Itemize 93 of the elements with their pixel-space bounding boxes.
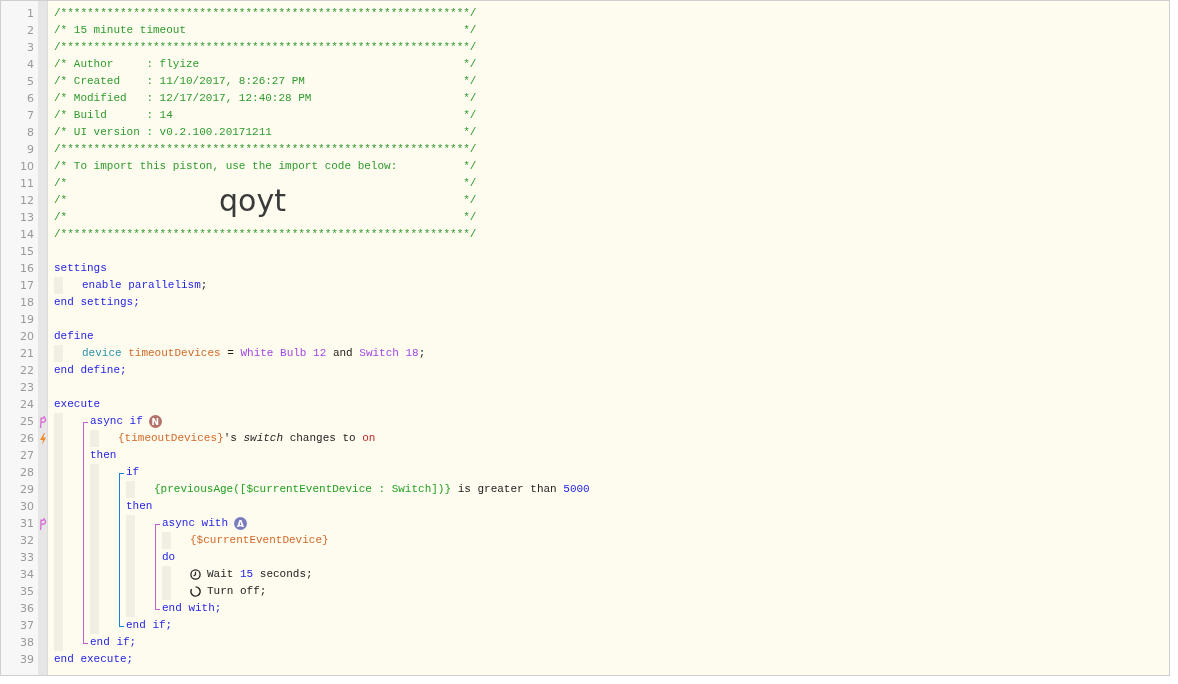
comment-text: /* 15 minute timeout bbox=[54, 23, 187, 38]
comment-text: /* bbox=[54, 193, 68, 208]
line-number: 23 bbox=[19, 380, 35, 396]
line-number: 21 bbox=[19, 346, 35, 362]
line-number: 8 bbox=[26, 125, 35, 141]
code-text: end if; bbox=[126, 618, 173, 633]
code-text: {timeoutDevices}'s switch changes to on bbox=[118, 431, 376, 446]
code-text: {previousAge([$currentEventDevice : Switch])} is greater than 5000 bbox=[154, 482, 590, 497]
line-number: 17 bbox=[19, 278, 35, 294]
line-number: 22 bbox=[19, 363, 35, 379]
line-number: 31 bbox=[19, 516, 35, 532]
comment-text: */ bbox=[463, 57, 477, 72]
line-number: 35 bbox=[19, 584, 35, 600]
line-number: 9 bbox=[26, 142, 35, 158]
line-number: 12 bbox=[19, 193, 35, 209]
code-text: end define; bbox=[54, 363, 127, 378]
lightning-icon bbox=[38, 432, 47, 445]
line-number: 3 bbox=[26, 40, 35, 56]
line-number: 34 bbox=[19, 567, 35, 583]
line-number: 19 bbox=[19, 312, 35, 328]
line-number: 38 bbox=[19, 635, 35, 651]
line-number: 6 bbox=[26, 91, 35, 107]
line-number: 37 bbox=[19, 618, 35, 634]
comment-text: /* Modified : 12/17/2017, 12:40:28 PM bbox=[54, 91, 312, 106]
letter-badge: A bbox=[234, 517, 247, 530]
comment-text: */ bbox=[463, 193, 477, 208]
line-number: 7 bbox=[26, 108, 35, 124]
ring-icon bbox=[190, 586, 201, 597]
comment-text: */ bbox=[463, 23, 477, 38]
comment-text: /* Created : 11/10/2017, 8:26:27 PM bbox=[54, 74, 305, 89]
code-text: execute bbox=[54, 397, 101, 412]
code-text: end with; bbox=[162, 601, 222, 616]
line-number: 26 bbox=[19, 431, 35, 447]
code-text: settings bbox=[54, 261, 107, 276]
comment-text: */ bbox=[463, 159, 477, 174]
comment-text: */ bbox=[463, 210, 477, 225]
code-text: device timeoutDevices = White Bulb 12 and Switch 18; bbox=[82, 346, 426, 361]
line-number: 10 bbox=[19, 159, 35, 175]
fork-icon bbox=[38, 517, 47, 530]
code-text: async with bbox=[162, 516, 228, 531]
line-number: 32 bbox=[19, 533, 35, 549]
line-number: 11 bbox=[19, 176, 35, 192]
code-text: enable parallelism; bbox=[82, 278, 208, 293]
code-text: Turn off; bbox=[207, 584, 267, 599]
comment-text: /**************************************************************/ bbox=[54, 6, 477, 21]
line-number: 39 bbox=[19, 652, 35, 668]
comment-text: */ bbox=[463, 108, 477, 123]
comment-text: /* bbox=[54, 176, 68, 191]
line-number: 33 bbox=[19, 550, 35, 566]
code-text: async if bbox=[90, 414, 143, 429]
line-number: 25 bbox=[19, 414, 35, 430]
line-number: 4 bbox=[26, 57, 35, 73]
letter-badge: N bbox=[148, 415, 162, 428]
code-text: end if; bbox=[90, 635, 137, 650]
line-number: 28 bbox=[19, 465, 35, 481]
line-number: 1 bbox=[26, 6, 35, 22]
code-text: define bbox=[54, 329, 94, 344]
comment-text: */ bbox=[463, 74, 477, 89]
comment-text: /**************************************************************/ bbox=[54, 227, 477, 242]
clock-icon bbox=[190, 569, 201, 580]
code-text: do bbox=[162, 550, 176, 565]
comment-text: /* UI version : v0.2.100.20171211 bbox=[54, 125, 272, 140]
line-number: 36 bbox=[19, 601, 35, 617]
comment-text: /* Author : flyize bbox=[54, 57, 200, 72]
line-number: 16 bbox=[19, 261, 35, 277]
comment-text: /* Build : 14 bbox=[54, 108, 173, 123]
code-text: then bbox=[90, 448, 117, 463]
comment-text: /* bbox=[54, 210, 68, 225]
line-number: 30 bbox=[19, 499, 35, 515]
line-number: 5 bbox=[26, 74, 35, 90]
code-text: end execute; bbox=[54, 652, 134, 667]
line-number: 24 bbox=[19, 397, 35, 413]
comment-text: /* To import this piston, use the import code below: bbox=[54, 159, 398, 174]
fork-icon bbox=[38, 415, 47, 428]
line-number: 29 bbox=[19, 482, 35, 498]
comment-text: */ bbox=[463, 176, 477, 191]
import-code: qoyt bbox=[219, 183, 286, 218]
line-number: 2 bbox=[26, 23, 35, 39]
code-text: Wait 15 seconds; bbox=[207, 567, 313, 582]
code-text: then bbox=[126, 499, 153, 514]
line-number: 15 bbox=[19, 244, 35, 260]
comment-text: */ bbox=[463, 125, 477, 140]
code-text: {$currentEventDevice} bbox=[190, 533, 329, 548]
code-text: end settings; bbox=[54, 295, 140, 310]
comment-text: /**************************************************************/ bbox=[54, 40, 477, 55]
comment-text: /**************************************************************/ bbox=[54, 142, 477, 157]
line-number: 20 bbox=[19, 329, 35, 345]
line-number: 18 bbox=[19, 295, 35, 311]
line-number: 13 bbox=[19, 210, 35, 226]
line-number: 14 bbox=[19, 227, 35, 243]
code-text: if bbox=[126, 465, 140, 480]
line-number: 27 bbox=[19, 448, 35, 464]
comment-text: */ bbox=[463, 91, 477, 106]
